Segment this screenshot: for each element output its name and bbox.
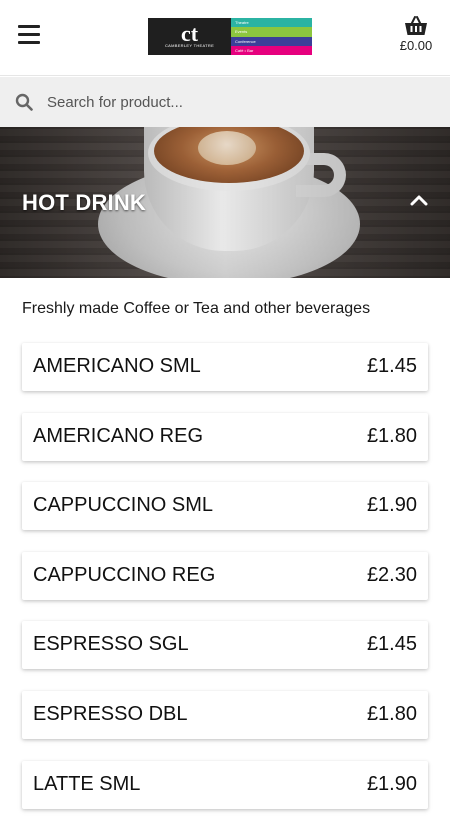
logo-stripes: Theatre Events Conference Café • Bar bbox=[231, 18, 312, 55]
search-icon bbox=[15, 93, 33, 111]
product-card[interactable]: AMERICANO SML £1.45 bbox=[22, 343, 428, 391]
product-card[interactable]: LATTE SML £1.90 bbox=[22, 760, 428, 809]
product-name: AMERICANO SML bbox=[33, 355, 201, 377]
product-name: ESPRESSO SGL bbox=[33, 633, 189, 656]
product-list: AMERICANO SML £1.45 AMERICANO REG £1.80 … bbox=[22, 343, 428, 830]
product-price: £1.45 bbox=[366, 633, 417, 656]
product-name: AMERICANO REG bbox=[33, 424, 204, 447]
product-price: £1.90 bbox=[366, 494, 417, 517]
logo-stripe-theatre: Theatre bbox=[231, 18, 312, 28]
product-card[interactable]: ESPRESSO DBL £1.80 bbox=[22, 690, 428, 739]
category-description: Freshly made Coffee or Tea and other bev… bbox=[22, 300, 371, 317]
product-name: ESPRESSO DBL bbox=[33, 702, 188, 725]
basket-total: £0.00 bbox=[399, 38, 433, 53]
basket-button[interactable]: £0.00 bbox=[398, 16, 434, 53]
category-banner-hot-drink[interactable]: HOT DRINK bbox=[0, 127, 450, 278]
product-price: £1.90 bbox=[366, 772, 417, 795]
product-price: £1.45 bbox=[366, 355, 417, 377]
basket-icon bbox=[405, 16, 427, 35]
logo-stripe-events: Events bbox=[231, 27, 312, 37]
product-card[interactable]: AMERICANO REG £1.80 bbox=[22, 412, 428, 461]
logo-stripe-conference: Conference bbox=[231, 36, 312, 46]
product-name: CAPPUCCINO REG bbox=[33, 563, 216, 586]
camberley-theatre-logo[interactable]: ct CAMBERLEY THEATRE Theatre Events Conf… bbox=[148, 18, 312, 55]
search-bar bbox=[0, 77, 450, 127]
logo-mark: ct bbox=[180, 21, 199, 46]
product-name: LATTE SML bbox=[33, 772, 141, 795]
product-price: £1.80 bbox=[366, 424, 417, 447]
category-title: HOT DRINK bbox=[22, 190, 147, 215]
logo-mark-block: ct CAMBERLEY THEATRE bbox=[148, 18, 231, 55]
product-price: £2.30 bbox=[366, 563, 417, 586]
logo-subtitle: CAMBERLEY THEATRE bbox=[164, 43, 215, 48]
product-card[interactable]: CAPPUCCINO REG £2.30 bbox=[22, 551, 428, 600]
search-input[interactable] bbox=[47, 93, 407, 111]
product-card[interactable]: ESPRESSO SGL £1.45 bbox=[22, 621, 428, 670]
logo-stripe-cafe-bar: Café • Bar bbox=[231, 45, 312, 55]
hamburger-menu-icon[interactable] bbox=[18, 25, 42, 49]
app-header: ct CAMBERLEY THEATRE Theatre Events Conf… bbox=[0, 0, 450, 76]
chevron-up-icon[interactable] bbox=[410, 193, 428, 207]
product-price: £1.80 bbox=[366, 702, 417, 725]
product-name: CAPPUCCINO SML bbox=[33, 494, 214, 517]
product-card[interactable]: CAPPUCCINO SML £1.90 bbox=[22, 482, 428, 531]
